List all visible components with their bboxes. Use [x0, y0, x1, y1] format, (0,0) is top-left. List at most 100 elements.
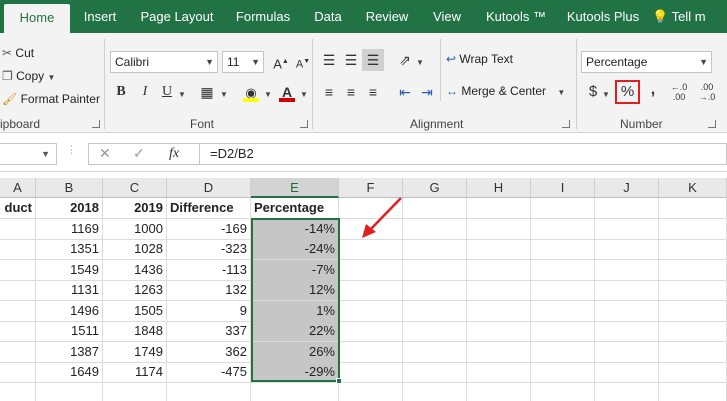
cut-button[interactable]: ✂ Cut [2, 46, 34, 60]
cell-h3[interactable] [467, 239, 531, 260]
cell-h7[interactable] [467, 321, 531, 342]
tab-insert[interactable]: Insert [74, 0, 126, 33]
cell-b3[interactable]: 1351 [36, 239, 103, 260]
column-header-d[interactable]: D [167, 178, 251, 198]
cell-b4[interactable]: 1549 [36, 259, 103, 281]
cell-g7[interactable] [403, 321, 467, 342]
cell-g10[interactable] [403, 382, 467, 401]
cell-d3[interactable]: -323 [167, 239, 251, 260]
insert-function-button[interactable]: fx [169, 146, 179, 162]
chevron-down-icon[interactable]: ▼ [600, 81, 612, 103]
cell-f9[interactable] [339, 362, 403, 383]
font-color-icon[interactable]: A [276, 81, 298, 103]
cell-b10[interactable] [36, 382, 103, 401]
chevron-down-icon[interactable]: ▼ [176, 81, 188, 103]
cell-k1[interactable] [659, 198, 727, 219]
cell-g6[interactable] [403, 300, 467, 322]
cell-k6[interactable] [659, 300, 727, 322]
cell-e2[interactable]: -14% [251, 218, 339, 240]
chevron-down-icon[interactable]: ▼ [47, 73, 55, 82]
align-middle-icon[interactable]: ☰ [340, 49, 362, 71]
cell-j5[interactable] [595, 280, 659, 301]
cell-a3[interactable] [0, 239, 36, 260]
cell-h6[interactable] [467, 300, 531, 322]
cell-i8[interactable] [531, 341, 595, 363]
wrap-text-button[interactable]: ↩ Wrap Text [446, 52, 513, 66]
number-launcher-icon[interactable] [708, 120, 716, 128]
cell-i5[interactable] [531, 280, 595, 301]
cell-c1[interactable]: 2019 [103, 198, 167, 219]
tab-view[interactable]: View [424, 0, 470, 33]
cell-h2[interactable] [467, 218, 531, 240]
fill-handle[interactable] [336, 378, 342, 384]
cell-j7[interactable] [595, 321, 659, 342]
percent-style-button[interactable]: % [615, 80, 640, 104]
tab-home[interactable]: Home [4, 4, 70, 33]
cell-k8[interactable] [659, 341, 727, 363]
cell-k9[interactable] [659, 362, 727, 383]
cell-g4[interactable] [403, 259, 467, 281]
increase-indent-icon[interactable]: ⇥ [416, 81, 438, 103]
cell-i7[interactable] [531, 321, 595, 342]
chevron-down-icon[interactable]: ▼ [414, 49, 426, 71]
align-left-icon[interactable]: ≡ [318, 81, 340, 103]
cell-b2[interactable]: 1169 [36, 218, 103, 240]
cell-h10[interactable] [467, 382, 531, 401]
cell-d6[interactable]: 9 [167, 300, 251, 322]
column-header-c[interactable]: C [103, 178, 167, 198]
cell-k4[interactable] [659, 259, 727, 281]
cell-b8[interactable]: 1387 [36, 341, 103, 363]
chevron-down-icon[interactable]: ▼ [262, 81, 274, 103]
align-right-icon[interactable]: ≡ [362, 81, 384, 103]
cell-j3[interactable] [595, 239, 659, 260]
cell-d5[interactable]: 132 [167, 280, 251, 301]
cell-f7[interactable] [339, 321, 403, 342]
cell-k7[interactable] [659, 321, 727, 342]
cell-j4[interactable] [595, 259, 659, 281]
cell-i4[interactable] [531, 259, 595, 281]
cell-h4[interactable] [467, 259, 531, 281]
column-header-a[interactable]: A [0, 178, 36, 198]
decrease-decimal-icon[interactable]: .00 →.0 [696, 81, 718, 103]
enter-icon[interactable]: ✓ [133, 145, 145, 162]
cell-f10[interactable] [339, 382, 403, 401]
cell-a1[interactable]: duct [0, 198, 36, 219]
cell-h9[interactable] [467, 362, 531, 383]
font-launcher-icon[interactable] [300, 120, 308, 128]
cell-f5[interactable] [339, 280, 403, 301]
align-bottom-icon[interactable]: ☰ [362, 49, 384, 71]
cell-f4[interactable] [339, 259, 403, 281]
borders-icon[interactable]: ▦ [196, 81, 218, 103]
font-name-select[interactable]: Calibri ▼ [110, 51, 218, 73]
drag-handle-icon[interactable]: ⋮ [66, 145, 77, 156]
cell-h8[interactable] [467, 341, 531, 363]
cell-i2[interactable] [531, 218, 595, 240]
cell-e5[interactable]: 12% [251, 280, 339, 301]
cell-a2[interactable] [0, 218, 36, 240]
cell-i10[interactable] [531, 382, 595, 401]
cell-c4[interactable]: 1436 [103, 259, 167, 281]
cell-c5[interactable]: 1263 [103, 280, 167, 301]
cancel-icon[interactable]: ✕ [99, 145, 111, 162]
cell-i1[interactable] [531, 198, 595, 219]
cell-d7[interactable]: 337 [167, 321, 251, 342]
cell-a5[interactable] [0, 280, 36, 301]
fill-color-icon[interactable]: ◉ [240, 81, 262, 103]
name-box[interactable]: ▼ [0, 143, 57, 165]
cell-g3[interactable] [403, 239, 467, 260]
cell-b6[interactable]: 1496 [36, 300, 103, 322]
cell-i6[interactable] [531, 300, 595, 322]
cell-k3[interactable] [659, 239, 727, 260]
tab-formulas[interactable]: Formulas [226, 0, 300, 33]
cell-a6[interactable] [0, 300, 36, 322]
tab-kutools[interactable]: Kutools ™ [478, 0, 554, 33]
cell-i9[interactable] [531, 362, 595, 383]
cell-g9[interactable] [403, 362, 467, 383]
cell-g1[interactable] [403, 198, 467, 219]
comma-style-button[interactable]: , [642, 79, 664, 101]
cell-a9[interactable] [0, 362, 36, 383]
italic-button[interactable]: I [134, 81, 156, 103]
cell-e3[interactable]: -24% [251, 239, 339, 260]
tab-page-layout[interactable]: Page Layout [132, 0, 222, 33]
underline-button[interactable]: U [156, 81, 178, 103]
